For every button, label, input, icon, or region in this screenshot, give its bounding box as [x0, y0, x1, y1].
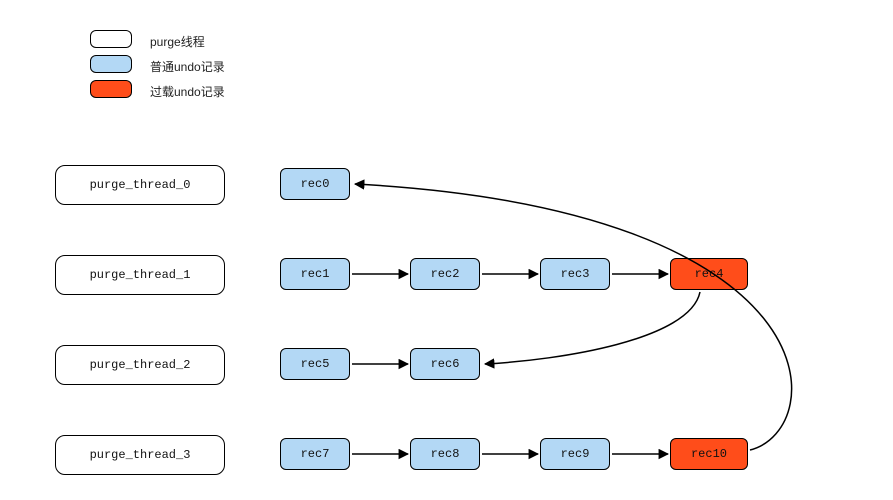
rec-node: rec5	[280, 348, 350, 380]
legend-label-thread: purge线程	[150, 33, 205, 50]
rec-node: rec0	[280, 168, 350, 200]
purge-thread-0: purge_thread_0	[55, 165, 225, 205]
legend-swatch-overload	[90, 80, 132, 98]
rec-node: rec1	[280, 258, 350, 290]
legend-label-normal: 普通undo记录	[150, 58, 225, 75]
rec-node-overload: rec4	[670, 258, 748, 290]
rec-node: rec8	[410, 438, 480, 470]
rec-node: rec2	[410, 258, 480, 290]
rec-node-overload: rec10	[670, 438, 748, 470]
rec-node: rec7	[280, 438, 350, 470]
rec-node: rec3	[540, 258, 610, 290]
legend-swatch-thread	[90, 30, 132, 48]
purge-thread-2: purge_thread_2	[55, 345, 225, 385]
arrows-layer	[0, 0, 893, 500]
purge-thread-1: purge_thread_1	[55, 255, 225, 295]
purge-thread-3: purge_thread_3	[55, 435, 225, 475]
legend-label-overload: 过载undo记录	[150, 83, 225, 100]
rec-node: rec9	[540, 438, 610, 470]
legend-swatch-normal	[90, 55, 132, 73]
rec-node: rec6	[410, 348, 480, 380]
